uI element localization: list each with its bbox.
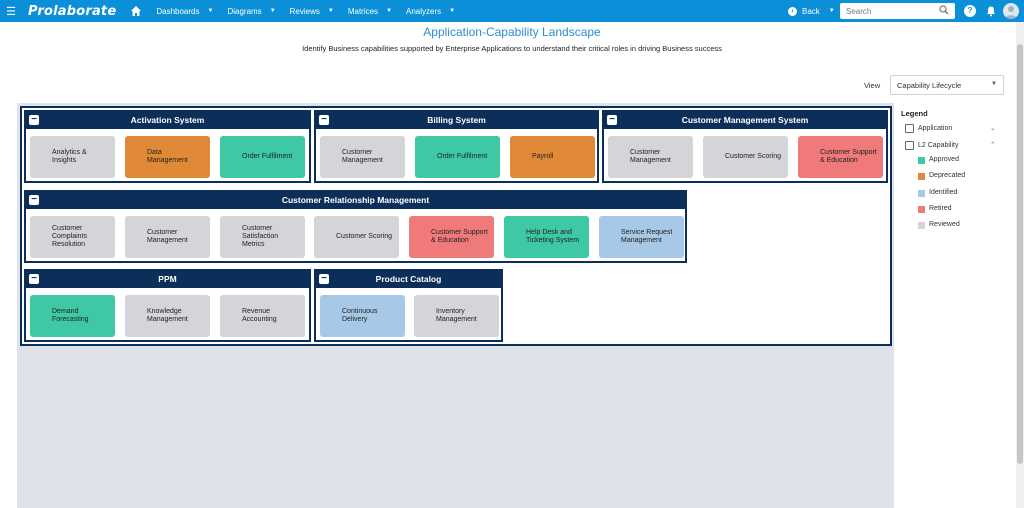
group-ppm: PPM − Demand Forecasting Knowledge Manag… [24,269,311,342]
legend-item-reviewed: Reviewed [929,221,960,228]
legend-filter-application[interactable]: Application [905,124,952,133]
nav-diagrams[interactable]: Diagrams ▼ [227,7,275,16]
capability-card[interactable]: Customer Support & Education [409,216,494,258]
capability-card[interactable]: Demand Forecasting [30,295,115,337]
capability-card[interactable]: Continuous Delivery [320,295,405,337]
group-title: Customer Management System [604,112,886,129]
group-billing-system: Billing System − Customer Management Ord… [314,110,599,183]
legend-filter-l2-capability[interactable]: L2 Capability [905,141,958,150]
group-customer-management-system: Customer Management System − Customer Ma… [602,110,888,183]
capability-card[interactable]: Analytics & Insights [30,136,115,178]
chevron-down-icon: ▼ [828,8,835,14]
capability-card[interactable]: Order Fulfilment [220,136,305,178]
capability-card[interactable]: Help Desk and Ticketing System [504,216,589,258]
group-customer-relationship-management: Customer Relationship Management − Custo… [24,190,687,263]
capability-card[interactable]: Payroll [510,136,595,178]
checkbox[interactable] [905,141,914,150]
group-product-catalog: Product Catalog − Continuous Delivery In… [314,269,503,342]
chevron-up-icon[interactable]: ⌃ [990,141,996,149]
nav-reviews[interactable]: Reviews ▼ [290,7,334,16]
chevron-down-icon: ▼ [269,8,276,14]
capability-card[interactable]: Revenue Accounting [220,295,305,337]
search-icon[interactable] [939,5,949,15]
view-label: View [864,81,881,90]
help-icon[interactable]: ? [964,5,976,17]
collapse-icon[interactable]: − [319,274,329,284]
capability-card[interactable]: Customer Management [125,216,210,258]
legend-swatch [918,173,925,180]
capability-card[interactable]: Customer Scoring [703,136,788,178]
user-icon [1005,6,1017,19]
page-title: Application-Capability Landscape [423,25,601,39]
search-input[interactable]: Search [840,3,955,19]
nav-matrices[interactable]: Matrices ▼ [348,7,392,16]
scrollbar-thumb[interactable] [1017,44,1023,464]
nav-dashboards[interactable]: Dashboards ▼ [156,7,213,16]
capability-card[interactable]: Customer Management [608,136,693,178]
capability-card[interactable]: Customer Satisfaction Metrics [220,216,305,258]
capability-card[interactable]: Data Management [125,136,210,178]
chevron-down-icon: ▼ [449,8,456,14]
nav-analyzers[interactable]: Analyzers ▼ [406,7,455,16]
legend-swatch [918,190,925,197]
capability-card[interactable]: Customer Scoring [314,216,399,258]
capability-card[interactable]: Customer Management [320,136,405,178]
legend-item-approved: Approved [929,156,959,163]
back-arrow-icon: ‹ [788,6,797,16]
legend-item-retired: Retired [929,205,952,212]
capability-card[interactable]: Inventory Management [414,295,499,337]
hamburger-icon[interactable]: ☰ [2,5,20,18]
legend-title: Legend [901,109,928,118]
capability-card[interactable]: Knowledge Management [125,295,210,337]
group-title: Activation System [26,112,309,129]
capability-card[interactable]: Customer Complaints Resolution [30,216,115,258]
legend-swatch [918,157,925,164]
legend-item-identified: Identified [929,189,958,196]
view-select[interactable]: Capability Lifecycle ▼ [890,75,1004,95]
legend-item-deprecated: Deprecated [929,172,966,179]
brand-logo[interactable]: Prolaborate [28,4,116,19]
avatar[interactable] [1003,3,1019,19]
group-title: Customer Relationship Management [26,192,685,209]
group-title: PPM [26,271,309,288]
chevron-down-icon[interactable]: ⌄ [990,124,996,132]
home-icon[interactable] [130,5,142,17]
chevron-down-icon: ▼ [991,81,997,87]
legend-swatch [918,222,925,229]
capability-card[interactable]: Customer Support & Education [798,136,883,178]
back-button[interactable]: ‹ Back ▼ [788,0,835,22]
chevron-down-icon: ▼ [327,8,334,14]
checkbox[interactable] [905,124,914,133]
capability-card[interactable]: Order Fulfilment [415,136,500,178]
chevron-down-icon: ▼ [386,8,393,14]
chevron-down-icon: ▼ [207,8,214,14]
collapse-icon[interactable]: − [607,115,617,125]
collapse-icon[interactable]: − [29,195,39,205]
collapse-icon[interactable]: − [29,115,39,125]
page-subtitle: Identify Business capabilities supported… [302,44,722,53]
capability-card[interactable]: Service Request Management [599,216,684,258]
group-title: Product Catalog [316,271,501,288]
bell-icon[interactable] [985,5,997,17]
legend-swatch [918,206,925,213]
group-activation-system: Activation System − Analytics & Insights… [24,110,311,183]
collapse-icon[interactable]: − [29,274,39,284]
collapse-icon[interactable]: − [319,115,329,125]
group-title: Billing System [316,112,597,129]
